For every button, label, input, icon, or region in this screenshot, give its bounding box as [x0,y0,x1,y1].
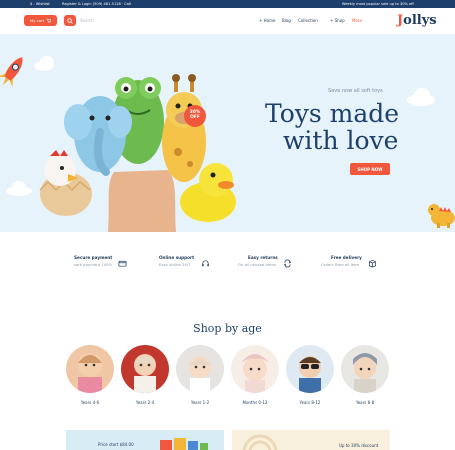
age-card-years-4-6[interactable]: Years 4-6 [66,345,114,405]
age-label: Months 0-12 [242,400,268,405]
feature-title: Free delivery [331,255,362,260]
banner-left-text: Price start $84.00 [98,442,134,447]
age-card-years-8-12[interactable]: Years 8-12 [286,345,334,405]
rocket-icon [0,57,23,87]
card-icon [118,260,127,267]
age-label: Years 6-8 [355,400,375,405]
age-photo [66,345,114,393]
age-label: Years 8-12 [299,400,321,405]
headset-icon [202,260,209,267]
nav-shop[interactable]: + Shop [330,18,345,23]
age-photo [286,345,334,393]
top-bar: $ - Wishlist Register & Login (509) 481-… [0,0,455,8]
age-photo [231,345,279,393]
discount-label: OFF [190,115,200,120]
hero-banner: 30% OFF Save now all soft toys Toys made… [0,34,455,232]
hero-title-line1: Toys made [265,99,400,128]
site-logo[interactable]: Jollys [397,13,437,28]
feature-subtitle: safe payment 100% [74,262,113,267]
hero-title-line2: with love [283,126,399,155]
feature-secure-payment: Secure payment safe payment 100% [58,253,138,277]
feature-online-support: Online support Easy online 24/7 [143,253,223,277]
feature-title: Secure payment [74,255,113,260]
feature-subtitle: On all unused items [238,262,276,267]
search-icon [67,17,73,24]
nav-home-label: Home [263,18,276,23]
age-label: Years 2-4 [135,400,155,405]
shop-now-button[interactable]: SHOP NOW [350,163,390,175]
nav-shop-label: Shop [334,18,345,23]
feature-easy-returns: Easy returns On all unused items [228,253,308,277]
nav-home[interactable]: + Home [259,18,275,23]
nav-blog[interactable]: Blog [282,18,291,23]
features-bar: Secure payment safe payment 100% Online … [58,253,398,277]
discount-badge: 30% OFF [184,105,206,127]
promo-banner-left[interactable]: Price start $84.00 [66,430,224,450]
finger-puppets-image [39,74,236,232]
age-photo [176,345,224,393]
age-card-months-0-12[interactable]: Months 0-12 [231,345,279,405]
currency-wishlist-link[interactable]: $ - Wishlist [30,2,50,6]
age-label: Years 4-6 [80,400,100,405]
toy-blocks-image [160,438,208,450]
cart-button[interactable]: My cart [24,15,57,26]
feature-title: Easy returns [248,255,278,260]
logo-text: ollys [403,13,437,28]
age-photo [341,345,389,393]
arch-decoration [242,434,278,450]
site-header: My cart + Home Blog Collection + Shop Mo… [0,8,455,34]
search-button[interactable] [64,15,76,26]
return-icon [284,259,291,268]
nav-more[interactable]: More [352,18,362,23]
feature-free-delivery: Free delivery Orders from all item [313,253,393,277]
hero-eyebrow: Save now all soft toys [328,88,383,94]
search-input[interactable] [80,16,162,25]
age-label: Years 1-2 [190,400,210,405]
hero-title: Toys made with love [265,100,435,154]
login-contact-link[interactable]: Register & Login (509) 481-5128 · Call [62,2,131,6]
age-card-years-2-4[interactable]: Years 2-4 [121,345,169,405]
feature-subtitle: Easy online 24/7 [159,262,191,267]
age-card-years-6-8[interactable]: Years 6-8 [341,345,389,405]
cart-label: My cart [29,18,45,23]
nav-collection[interactable]: Collection [298,18,318,23]
feature-title: Online support [159,255,195,260]
box-icon [368,259,377,268]
shop-by-age-title: Shop by age [193,322,262,335]
age-photo [121,345,169,393]
banner-right-text: Up to 30% discount [339,443,379,448]
cart-icon [46,18,52,23]
feature-subtitle: Orders from all item [321,262,360,267]
dinosaur-icon [428,204,455,228]
age-card-years-1-2[interactable]: Years 1-2 [176,345,224,405]
promo-text: Weekly most popular sale up to 30% off [342,2,414,6]
promo-banner-right[interactable]: Up to 30% discount [232,430,390,450]
